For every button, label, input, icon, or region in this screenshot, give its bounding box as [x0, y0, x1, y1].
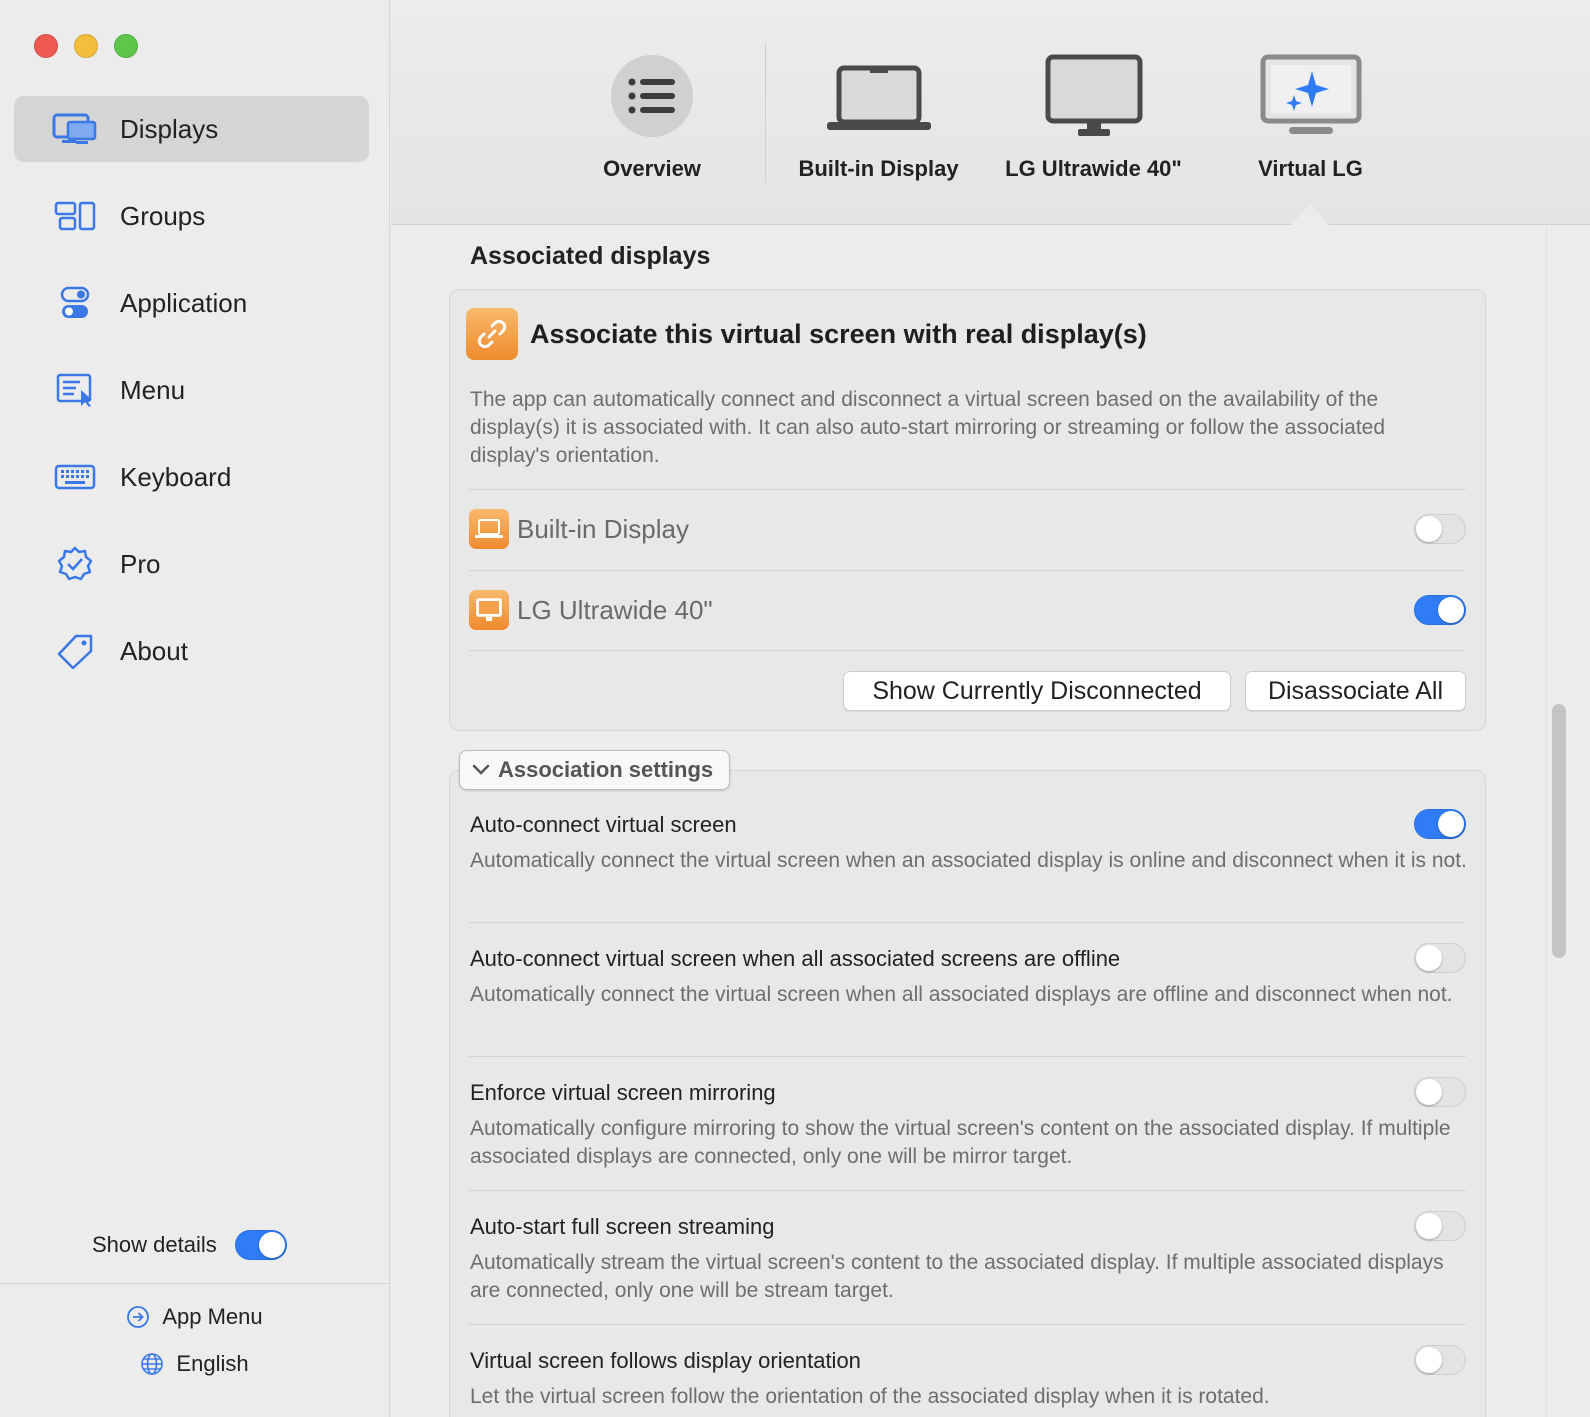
divider: [469, 570, 1466, 571]
setting-description: Automatically stream the virtual screen'…: [470, 1251, 1444, 1302]
associated-display-row: LG Ultrawide 40": [469, 590, 1466, 630]
language-label: English: [176, 1351, 249, 1376]
app-menu-link[interactable]: App Menu: [0, 1304, 389, 1330]
monitor-icon: [1044, 48, 1144, 144]
setting-title: Virtual screen follows display orientati…: [470, 1348, 861, 1373]
arrow-circle-icon: [127, 1306, 150, 1328]
tab-virtual-lg[interactable]: Virtual LG: [1253, 48, 1368, 182]
settings-content[interactable]: Associated displays Associate this virtu…: [391, 226, 1590, 1417]
tab-lg-ultrawide[interactable]: LG Ultrawide 40": [1001, 48, 1186, 182]
groups-icon: [52, 198, 98, 234]
sidebar-item-label: Menu: [120, 374, 186, 405]
display-toolbar: Overview Built-in Display LG Ultrawide 4…: [391, 0, 1590, 226]
sidebar-item-label: Groups: [120, 200, 206, 231]
sidebar-item-label: About: [120, 635, 188, 666]
tab-label: Virtual LG: [1258, 156, 1363, 181]
auto-streaming-toggle[interactable]: [1414, 1211, 1466, 1241]
tab-label: Overview: [603, 156, 701, 181]
display-name: LG Ultrawide 40": [517, 594, 713, 625]
app-menu-label: App Menu: [162, 1304, 263, 1329]
sidebar-item-label: Displays: [120, 113, 219, 144]
sidebar-item-pro[interactable]: Pro: [14, 531, 369, 597]
setting-description: Automatically connect the virtual screen…: [470, 983, 1453, 1006]
tab-built-in-display[interactable]: Built-in Display: [796, 48, 961, 182]
setting-description: Automatically configure mirroring to sho…: [470, 1117, 1451, 1168]
keyboard-icon: [52, 459, 98, 495]
toolbar-separator: [765, 42, 766, 182]
association-settings-disclosure[interactable]: Association settings: [459, 750, 731, 790]
setting-title: Enforce virtual screen mirroring: [470, 1080, 776, 1105]
auto-connect-offline-toggle[interactable]: [1414, 943, 1466, 973]
sidebar-divider: [0, 1283, 389, 1284]
setting-title: Auto-connect virtual screen: [470, 812, 737, 837]
sidebar-item-about[interactable]: About: [14, 618, 369, 684]
zoom-window-button[interactable]: [114, 34, 138, 58]
displays-icon: [52, 111, 98, 147]
laptop-icon: [824, 48, 934, 144]
show-disconnected-button[interactable]: Show Currently Disconnected: [843, 671, 1231, 711]
sidebar-item-keyboard[interactable]: Keyboard: [14, 444, 369, 510]
window-controls: [34, 34, 138, 58]
lg-ultrawide-toggle[interactable]: [1414, 595, 1466, 625]
divider: [469, 922, 1466, 923]
section-title: Associated displays: [470, 242, 711, 270]
monitor-icon: [469, 590, 509, 630]
show-details-row: Show details: [92, 1230, 287, 1260]
link-icon: [466, 308, 518, 360]
setting-description: Let the virtual screen follow the orient…: [470, 1385, 1270, 1408]
scroll-track: [1546, 226, 1547, 1417]
sidebar-item-groups[interactable]: Groups: [14, 183, 369, 249]
follow-orientation-toggle[interactable]: [1414, 1345, 1466, 1375]
sidebar-nav: Displays Groups Application Menu Keyboar…: [14, 96, 369, 705]
show-details-label: Show details: [92, 1232, 217, 1257]
sidebar-item-label: Pro: [120, 548, 161, 579]
tag-icon: [52, 633, 98, 669]
sidebar-item-application[interactable]: Application: [14, 270, 369, 336]
tab-label: LG Ultrawide 40": [1005, 156, 1182, 181]
language-link[interactable]: English: [0, 1351, 389, 1377]
association-card: Associate this virtual screen with real …: [449, 289, 1486, 731]
card-title: Associate this virtual screen with real …: [530, 318, 1147, 349]
show-details-toggle[interactable]: [234, 1230, 287, 1260]
disassociate-all-button[interactable]: Disassociate All: [1245, 671, 1466, 711]
scrollbar-thumb[interactable]: [1552, 704, 1566, 958]
sidebar-item-menu[interactable]: Menu: [14, 357, 369, 423]
divider: [469, 1190, 1466, 1191]
tab-label: Built-in Display: [798, 156, 959, 181]
built-in-display-toggle[interactable]: [1414, 514, 1466, 544]
virtual-monitor-icon: [1259, 48, 1363, 144]
close-window-button[interactable]: [34, 34, 58, 58]
sidebar-item-label: Application: [120, 287, 248, 318]
disclosure-label: Association settings: [498, 757, 714, 782]
globe-icon: [141, 1353, 164, 1375]
list-icon: [610, 48, 694, 144]
display-name: Built-in Display: [517, 513, 689, 544]
chevron-down-icon: [472, 764, 490, 775]
association-description: The app can automatically connect and di…: [470, 388, 1386, 467]
tab-overview[interactable]: Overview: [602, 48, 702, 182]
sidebar-item-label: Keyboard: [120, 461, 232, 492]
auto-connect-toggle[interactable]: [1414, 809, 1466, 839]
setting-description: Automatically connect the virtual screen…: [470, 849, 1467, 872]
pro-badge-icon: [52, 546, 98, 582]
enforce-mirroring-toggle[interactable]: [1414, 1077, 1466, 1107]
menu-icon: [52, 372, 98, 408]
card-header: Associate this virtual screen with real …: [466, 308, 1147, 360]
sidebar: Displays Groups Application Menu Keyboar…: [0, 0, 390, 1417]
minimize-window-button[interactable]: [74, 34, 98, 58]
divider: [469, 1324, 1466, 1325]
divider: [469, 489, 1466, 490]
laptop-icon: [469, 509, 509, 549]
setting-title: Auto-start full screen streaming: [470, 1214, 775, 1239]
application-icon: [52, 285, 98, 321]
selected-tab-indicator: [1290, 204, 1330, 226]
divider: [469, 650, 1466, 651]
divider: [469, 1056, 1466, 1057]
sidebar-item-displays[interactable]: Displays: [14, 96, 369, 162]
setting-title: Auto-connect virtual screen when all ass…: [470, 946, 1121, 971]
associated-display-row: Built-in Display: [469, 509, 1466, 549]
